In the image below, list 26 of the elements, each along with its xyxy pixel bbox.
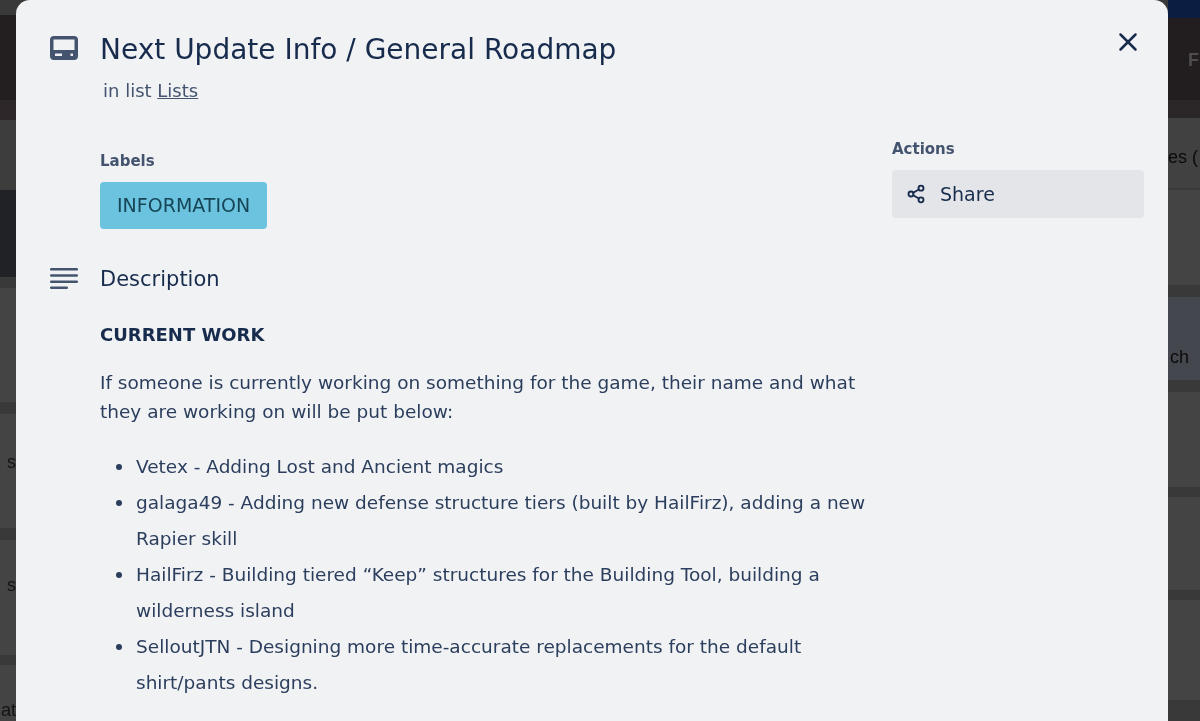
- card-title: Next Update Info / General Roadmap: [100, 32, 617, 68]
- label-chip[interactable]: INFORMATION: [100, 182, 268, 229]
- share-button[interactable]: Share: [892, 170, 1144, 218]
- description-icon: [50, 268, 78, 289]
- bullet-icon: [116, 572, 122, 578]
- board-card-text: ch: [1170, 346, 1189, 368]
- bullet-icon: [116, 644, 122, 650]
- card-icon: [50, 36, 78, 60]
- top-bar: [1168, 0, 1200, 18]
- bullet-icon: [116, 500, 122, 506]
- work-item-text: Vetex - Adding Lost and Ancient magics: [136, 455, 504, 479]
- board-card-text: es (: [1168, 146, 1198, 168]
- work-item-text: SelloutJTN - Designing more time-accurate replacements for the default shirt/pants designs.: [136, 635, 803, 695]
- work-item-text: galaga49 - Adding new defense structure tiers (built by HailFirz), adding a new Rapier skill: [136, 491, 867, 551]
- share-icon: [906, 184, 926, 204]
- board-toolbar: [0, 100, 16, 120]
- list-link[interactable]: Lists: [157, 80, 199, 101]
- list-header: [0, 120, 16, 190]
- description-heading: Description: [100, 266, 220, 293]
- description-paragraph: If someone is currently working on something for the game, their name and what they are working on will be put below:: [100, 371, 857, 424]
- work-item-text: HailFirz - Building tiered “Keep” structures for the Building Tool, building a wilderness island: [136, 563, 821, 623]
- section-heading: Actions: [892, 139, 955, 159]
- section-heading: Labels: [100, 151, 155, 171]
- list-location: in list Lists: [103, 79, 199, 103]
- bullet-icon: [116, 464, 122, 470]
- description-subheading: CURRENT WORK: [100, 324, 265, 346]
